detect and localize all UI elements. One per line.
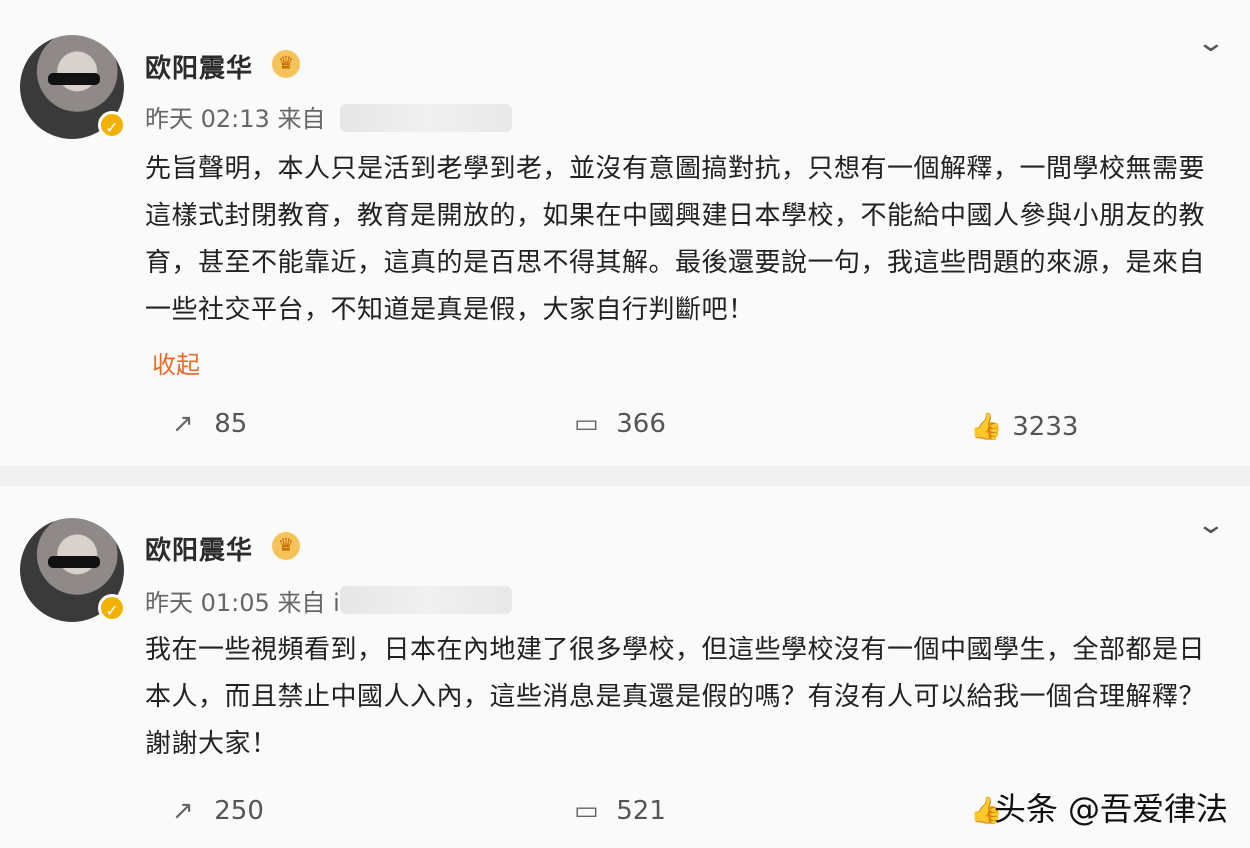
blurred-source [340, 104, 512, 132]
verified-icon: ✓ [98, 594, 126, 622]
author-name[interactable]: 欧阳震华 [145, 530, 253, 567]
like-count: 3233 [1012, 412, 1079, 442]
post-meta: 昨天 02:13 来自 [145, 99, 325, 134]
repost-button[interactable]: ↗ 85 [172, 409, 247, 439]
crown-icon: ♛ [272, 50, 300, 78]
repost-count: 85 [214, 409, 248, 439]
repost-icon: ↗ [172, 409, 194, 439]
repost-count: 250 [214, 796, 264, 826]
avatar[interactable]: ✓ [20, 518, 126, 622]
sunglasses-graphic [48, 556, 100, 568]
like-button[interactable]: 👍 3233 [970, 412, 1078, 442]
post-meta: 昨天 01:05 来自 i [145, 583, 340, 618]
post-card: ✓ 欧阳震华 ♛ 昨天 02:13 来自 ⌄ 先旨聲明，本人只是活到老學到老，並… [0, 0, 1250, 466]
collapse-button[interactable]: 收起 [152, 345, 200, 380]
chevron-down-icon[interactable]: ⌄ [1196, 510, 1227, 540]
post-source: 来自 [277, 105, 326, 133]
avatar[interactable]: ✓ [20, 35, 126, 139]
blurred-source [340, 586, 512, 614]
author-name[interactable]: 欧阳震华 [145, 48, 253, 85]
post-source: 来自 i [277, 589, 340, 617]
post-time: 昨天 01:05 [145, 589, 270, 617]
repost-icon: ↗ [172, 796, 194, 826]
comment-icon: ▭ [574, 796, 599, 826]
post-content: 我在一些視頻看到，日本在內地建了很多學校，但這些學校沒有一個中國學生，全部都是日… [145, 635, 1206, 759]
verified-icon: ✓ [98, 111, 126, 139]
watermark: 头条 @吾爱律法 [993, 790, 1228, 828]
thumb-up-icon: 👍 [970, 412, 1003, 442]
comment-button[interactable]: ▭ 366 [574, 409, 666, 439]
repost-button[interactable]: ↗ 250 [172, 796, 264, 826]
chevron-down-icon[interactable]: ⌄ [1196, 28, 1227, 58]
comment-icon: ▭ [574, 409, 599, 439]
comment-button[interactable]: ▭ 521 [574, 796, 666, 826]
post-content: 先旨聲明，本人只是活到老學到老，並沒有意圖搞對抗，只想有一個解釋，一間學校無需要… [145, 154, 1206, 325]
sunglasses-graphic [48, 73, 100, 85]
crown-icon: ♛ [272, 532, 300, 560]
post-time: 昨天 02:13 [145, 105, 270, 133]
comment-count: 366 [616, 409, 666, 439]
comment-count: 521 [616, 796, 666, 826]
